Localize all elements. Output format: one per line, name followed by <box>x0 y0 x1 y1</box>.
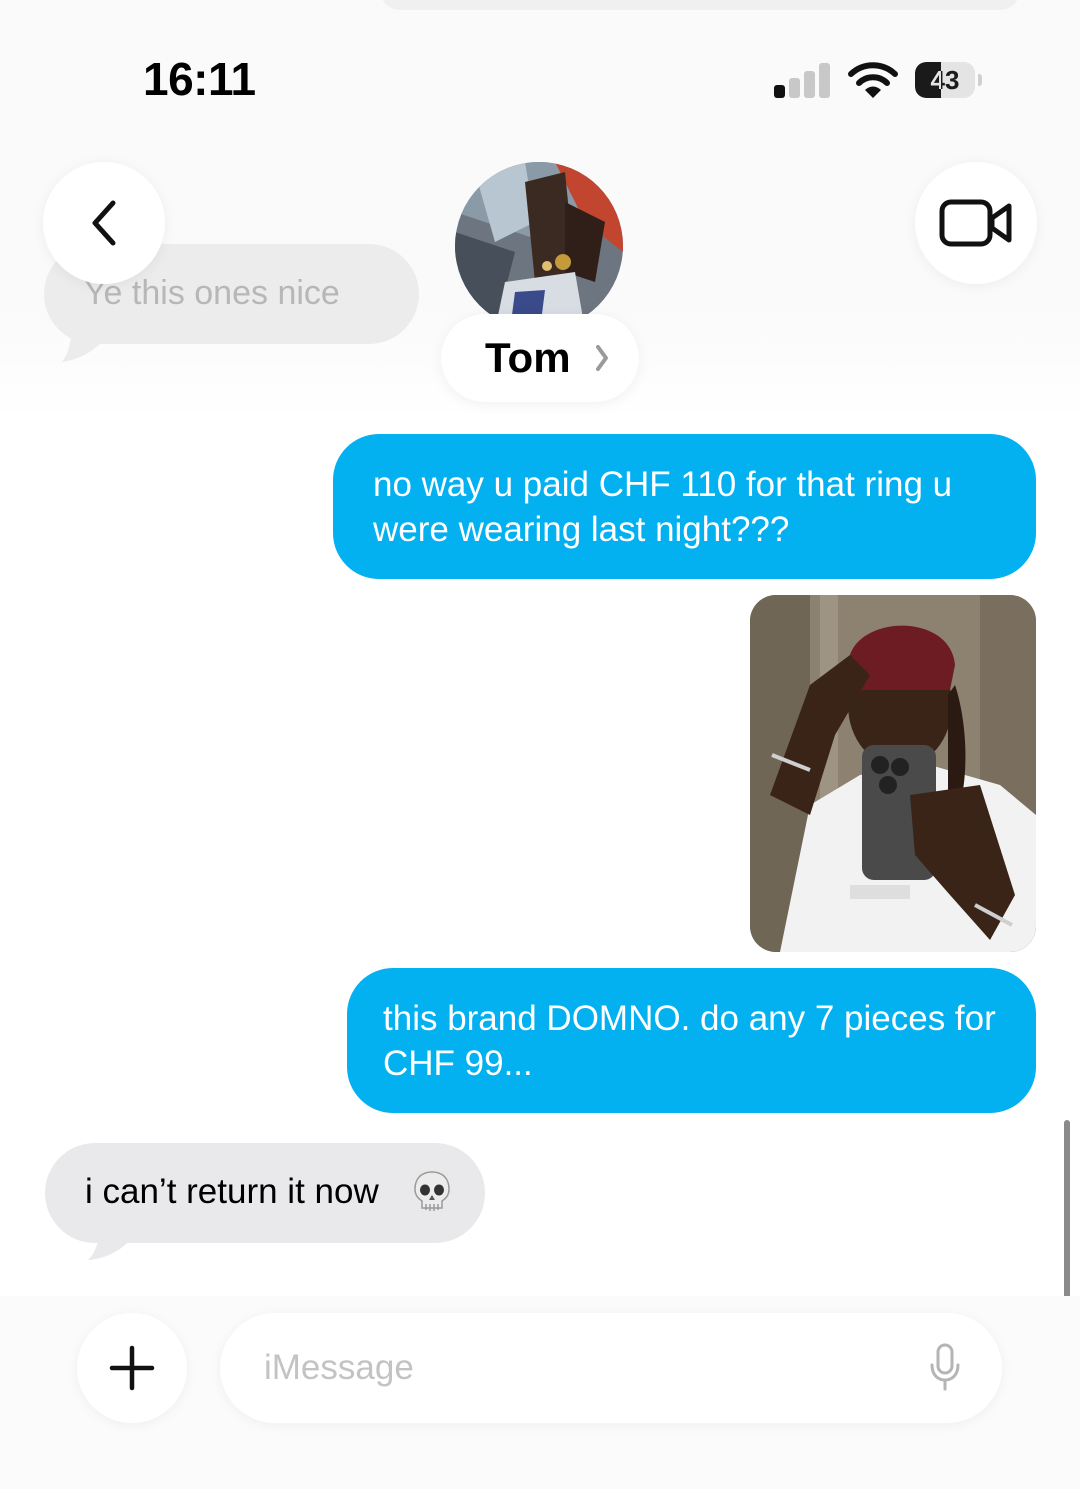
message-input[interactable] <box>220 1313 1002 1423</box>
message-text: no way u paid CHF 110 for that ring u we… <box>373 465 953 549</box>
faded-bubble-tail <box>62 322 102 362</box>
outgoing-photo-message[interactable] <box>750 595 1036 952</box>
outgoing-message[interactable]: this brand DOMNO. do any 7 pieces for CH… <box>347 968 1036 1113</box>
message-text: this brand DOMNO. do any 7 pieces for CH… <box>383 999 996 1083</box>
contact-avatar[interactable] <box>455 162 623 330</box>
status-bar: 16:11 43 <box>0 0 1080 130</box>
battery-icon: 43 <box>915 62 982 98</box>
chevron-left-icon <box>92 200 116 246</box>
scrollbar[interactable] <box>1064 1120 1070 1300</box>
chevron-right-icon <box>596 345 608 371</box>
back-button[interactable] <box>43 162 165 284</box>
battery-percentage: 43 <box>930 65 960 95</box>
cellular-signal-icon <box>774 62 830 98</box>
microphone-icon[interactable] <box>928 1343 962 1391</box>
contact-name: Tom <box>485 334 571 381</box>
incoming-bubble-tail <box>88 1222 132 1260</box>
photo-selfie-icon <box>750 595 1036 952</box>
outgoing-message[interactable]: no way u paid CHF 110 for that ring u we… <box>333 434 1036 579</box>
status-time: 16:11 <box>143 53 256 105</box>
facetime-video-button[interactable] <box>915 162 1037 284</box>
add-attachment-button[interactable] <box>77 1313 187 1423</box>
contact-name-button[interactable]: Tom <box>441 314 639 402</box>
video-camera-icon <box>939 199 1012 247</box>
plus-icon <box>109 1345 155 1391</box>
message-text: i can’t return it now <box>85 1172 379 1211</box>
wifi-icon <box>848 62 898 98</box>
skull-emoji-icon <box>414 1171 450 1211</box>
